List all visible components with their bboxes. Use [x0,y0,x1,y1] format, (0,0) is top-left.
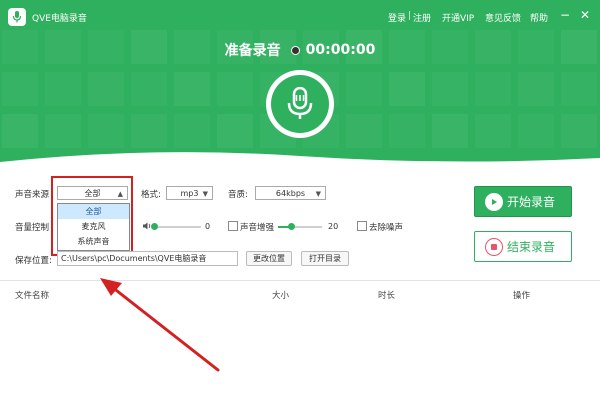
annotation-arrow [100,278,220,372]
